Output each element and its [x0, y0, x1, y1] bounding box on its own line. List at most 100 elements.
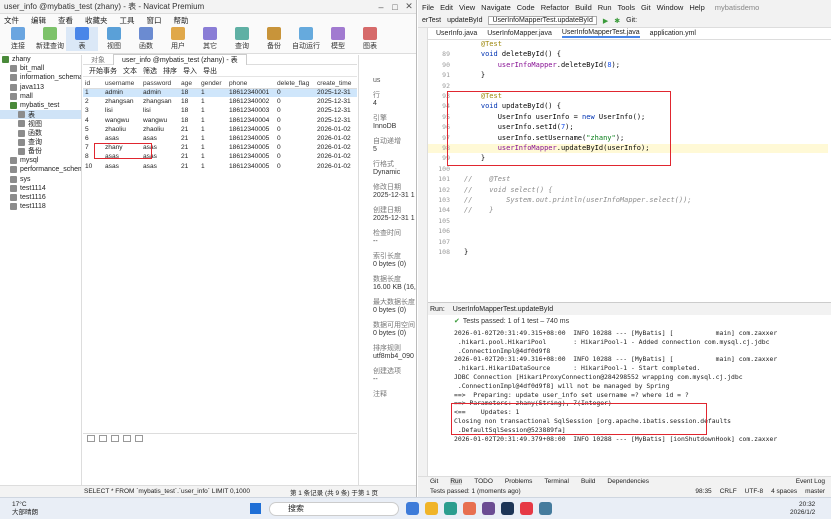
code-line[interactable]: 91 }	[428, 71, 828, 80]
tree-item[interactable]: 备份	[0, 147, 81, 156]
table-toolbar-button[interactable]: 排序	[163, 66, 177, 76]
menu-item[interactable]: 工具	[120, 15, 135, 26]
table-row[interactable]: 5 zhaoliu zhaoliu 21 1 18612340005 0 2026-01-02	[83, 125, 357, 134]
column-header[interactable]: age	[179, 79, 199, 89]
refresh-icon[interactable]	[135, 435, 143, 442]
table-cell[interactable]: 0	[275, 125, 315, 134]
taskbar-search[interactable]: 搜索	[269, 502, 399, 516]
table-toolbar-button[interactable]: 开始事务	[89, 66, 117, 76]
menu-item[interactable]: 编辑	[31, 15, 46, 26]
tool-window-tab[interactable]: Git	[430, 478, 438, 485]
code-line[interactable]: 103 // System.out.println(userInfoMapper.…	[428, 196, 828, 205]
code-line[interactable]: 102 // void select() {	[428, 186, 828, 195]
code-line[interactable]: 100	[428, 165, 828, 174]
delete-row-icon[interactable]	[99, 435, 107, 442]
tree-item[interactable]: test1114	[0, 184, 81, 193]
tool-window-tab[interactable]: Dependencies	[607, 478, 649, 485]
table-cell[interactable]: asas	[103, 134, 141, 143]
weather-widget[interactable]: 17°C 大部晴朗	[12, 501, 38, 517]
table-cell[interactable]: 21	[179, 125, 199, 134]
table-cell[interactable]: zhangsan	[141, 97, 179, 106]
app-icon[interactable]	[501, 502, 514, 515]
toolbar-button-5[interactable]: 用户	[162, 27, 194, 51]
app-icon[interactable]	[482, 502, 495, 515]
table-row[interactable]: 1 admin admin 18 1 18612340001 0 2025-12-31	[83, 88, 357, 98]
table-cell[interactable]: asas	[103, 162, 141, 171]
table-cell[interactable]: wangwu	[103, 116, 141, 125]
table-cell[interactable]: 0	[275, 152, 315, 161]
table-toolbar-button[interactable]: 文本	[123, 66, 137, 76]
tree-item[interactable]: bit_mall	[0, 64, 81, 73]
table-cell[interactable]: 2025-12-31	[315, 116, 357, 125]
ide-menu-item[interactable]: Refactor	[541, 3, 569, 12]
app-icon[interactable]	[520, 502, 533, 515]
table-cell[interactable]: 21	[179, 152, 199, 161]
table-cell[interactable]: wangwu	[141, 116, 179, 125]
editor-tab[interactable]: UserInfoMapper.java	[487, 30, 552, 37]
ide-menu-item[interactable]: File	[422, 3, 434, 12]
ide-menu-item[interactable]: Tools	[618, 3, 636, 12]
table-cell[interactable]: 3	[83, 106, 103, 115]
table-cell[interactable]: 0	[275, 143, 315, 152]
table-cell[interactable]: 2026-01-02	[315, 152, 357, 161]
tool-window-tab[interactable]: Problems	[505, 478, 532, 485]
column-header[interactable]: create_time	[315, 79, 357, 89]
table-cell[interactable]: lisi	[103, 106, 141, 115]
maximize-icon[interactable]: □	[388, 2, 402, 12]
editor-tab[interactable]: UserInfo.java	[436, 30, 477, 37]
debug-icon[interactable]: ✱	[614, 17, 620, 25]
tree-item[interactable]: mall	[0, 92, 81, 101]
menu-item[interactable]: 收藏夹	[85, 15, 108, 26]
table-cell[interactable]: 2	[83, 97, 103, 106]
table-toolbar-button[interactable]: 筛选	[143, 66, 157, 76]
code-line[interactable]: 89 void deleteById() {	[428, 50, 828, 59]
table-cell[interactable]: 18612340005	[227, 152, 275, 161]
table-cell[interactable]: 0	[275, 162, 315, 171]
code-editor[interactable]: @Test 89 void deleteById() {90 userInfoMa…	[428, 40, 831, 300]
ide-menu-item[interactable]: Help	[689, 3, 704, 12]
apply-icon[interactable]	[111, 435, 119, 442]
toolbar-button-9[interactable]: 自动运行	[290, 27, 322, 51]
toolbar-button-6[interactable]: 其它	[194, 27, 226, 51]
table-row[interactable]: 3 lisi lisi 18 1 18612340003 0 2025-12-31	[83, 106, 357, 115]
table-toolbar-button[interactable]: 导入	[183, 66, 197, 76]
code-line[interactable]: 92	[428, 82, 828, 91]
toolbar-button-10[interactable]: 模型	[322, 27, 354, 51]
table-cell[interactable]: 1	[199, 116, 227, 125]
tree-item[interactable]: information_schema	[0, 73, 81, 82]
ide-menu-item[interactable]: Edit	[440, 3, 453, 12]
table-cell[interactable]: 2026-01-02	[315, 143, 357, 152]
app-icon[interactable]	[425, 502, 438, 515]
table-cell[interactable]: 18	[179, 88, 199, 98]
tool-window-tab[interactable]: TODO	[474, 478, 493, 485]
table-toolbar-button[interactable]: 导出	[203, 66, 217, 76]
status-indent[interactable]: 4 spaces	[771, 488, 797, 495]
table-cell[interactable]: 18612340005	[227, 162, 275, 171]
code-line[interactable]: 108}	[428, 248, 828, 257]
table-cell[interactable]: 21	[179, 134, 199, 143]
menu-item[interactable]: 帮助	[174, 15, 189, 26]
tool-window-tab[interactable]: Terminal	[544, 478, 569, 485]
tool-window-tab[interactable]: Build	[581, 478, 595, 485]
breadcrumb-method[interactable]: updateById	[447, 17, 482, 24]
run-tab[interactable]: UserInfoMapperTest.updateById	[453, 306, 553, 313]
table-cell[interactable]: 6	[83, 134, 103, 143]
tree-item[interactable]: test1116	[0, 193, 81, 202]
table-cell[interactable]: 2025-12-31	[315, 97, 357, 106]
ide-menu-item[interactable]: Code	[517, 3, 535, 12]
table-cell[interactable]: 1	[83, 88, 103, 98]
toolbar-button-7[interactable]: 查询	[226, 27, 258, 51]
table-cell[interactable]: 10	[83, 162, 103, 171]
table-cell[interactable]: 1	[199, 152, 227, 161]
table-cell[interactable]: 21	[179, 162, 199, 171]
column-header[interactable]: username	[103, 79, 141, 89]
table-cell[interactable]: 0	[275, 134, 315, 143]
toolbar-button-8[interactable]: 备份	[258, 27, 290, 51]
table-cell[interactable]: 18612340001	[227, 88, 275, 98]
column-header[interactable]: id	[83, 79, 103, 89]
tree-item[interactable]: mysql	[0, 156, 81, 165]
table-cell[interactable]: 2025-12-31	[315, 88, 357, 98]
run-config-select[interactable]: UserInfoMapperTest.updateById	[488, 16, 597, 25]
table-cell[interactable]: asas	[141, 162, 179, 171]
table-cell[interactable]: admin	[103, 88, 141, 98]
